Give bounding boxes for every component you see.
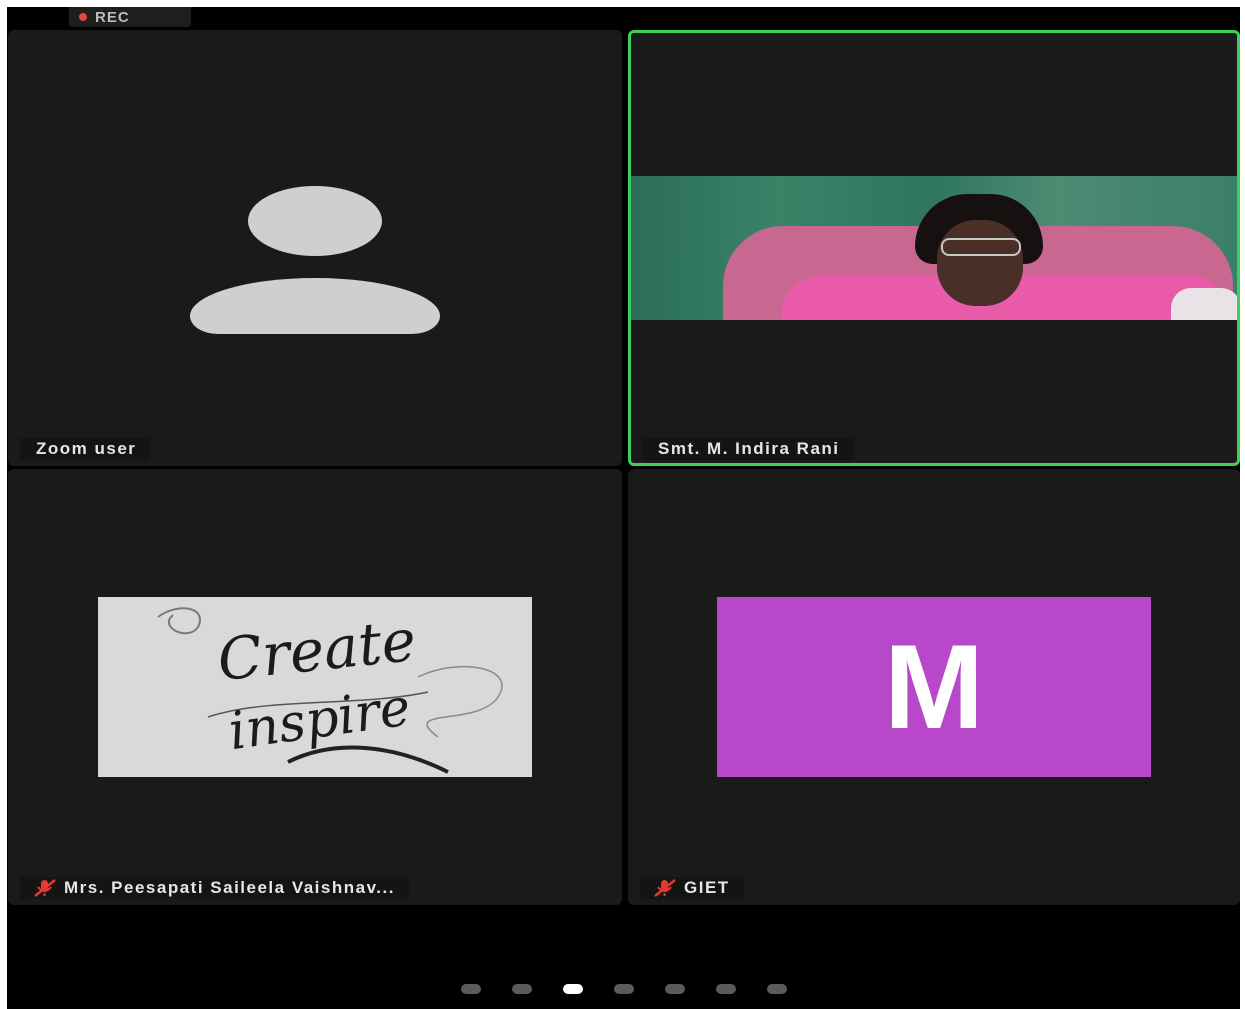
cloth-shape	[1171, 288, 1237, 320]
recording-dot-icon	[79, 13, 87, 21]
recording-label: REC	[95, 8, 130, 26]
page-dot-1[interactable]	[460, 984, 481, 994]
participant-tile-2[interactable]: Smt. M. Indira Rani	[628, 30, 1240, 466]
avatar-body-icon	[190, 278, 440, 334]
participant-tile-1[interactable]: Zoom user	[8, 30, 622, 466]
participant-name: GIET	[684, 878, 730, 897]
participant-name: Zoom user	[36, 439, 137, 458]
participant-tile-3[interactable]: Create inspire Mrs. Peesapati Saileela V…	[8, 469, 622, 905]
participant-name: Smt. M. Indira Rani	[658, 439, 840, 458]
participant-name-tag: Mrs. Peesapati Saileela Vaishnav...	[20, 877, 409, 899]
page-dot-5[interactable]	[664, 984, 685, 994]
participant-name: Mrs. Peesapati Saileela Vaishnav...	[64, 878, 395, 897]
face-shape	[937, 220, 1023, 306]
page-dot-3[interactable]	[562, 984, 583, 994]
participant-name-tag: GIET	[640, 877, 744, 899]
page-dot-6[interactable]	[715, 984, 736, 994]
participant-tile-4[interactable]: M GIET	[628, 469, 1240, 905]
page-indicator[interactable]	[7, 984, 1240, 994]
participant-name-tag: Smt. M. Indira Rani	[642, 438, 854, 460]
avatar-head-icon	[248, 186, 382, 256]
page-dot-2[interactable]	[511, 984, 532, 994]
participant-name-tag: Zoom user	[20, 438, 151, 460]
page-dot-7[interactable]	[766, 984, 787, 994]
glasses-icon	[941, 238, 1021, 256]
page-dot-4[interactable]	[613, 984, 634, 994]
muted-mic-icon	[34, 879, 56, 897]
initial-avatar: M	[717, 597, 1151, 777]
meeting-screen: REC Zoom user Smt. M. Indira Rani Create…	[7, 7, 1240, 1009]
muted-mic-icon	[654, 879, 676, 897]
participant-video	[631, 176, 1237, 320]
profile-picture: Create inspire	[98, 597, 532, 777]
calligraphy-image: Create inspire	[157, 606, 503, 774]
recording-indicator: REC	[69, 7, 191, 27]
avatar-initial: M	[884, 620, 984, 754]
